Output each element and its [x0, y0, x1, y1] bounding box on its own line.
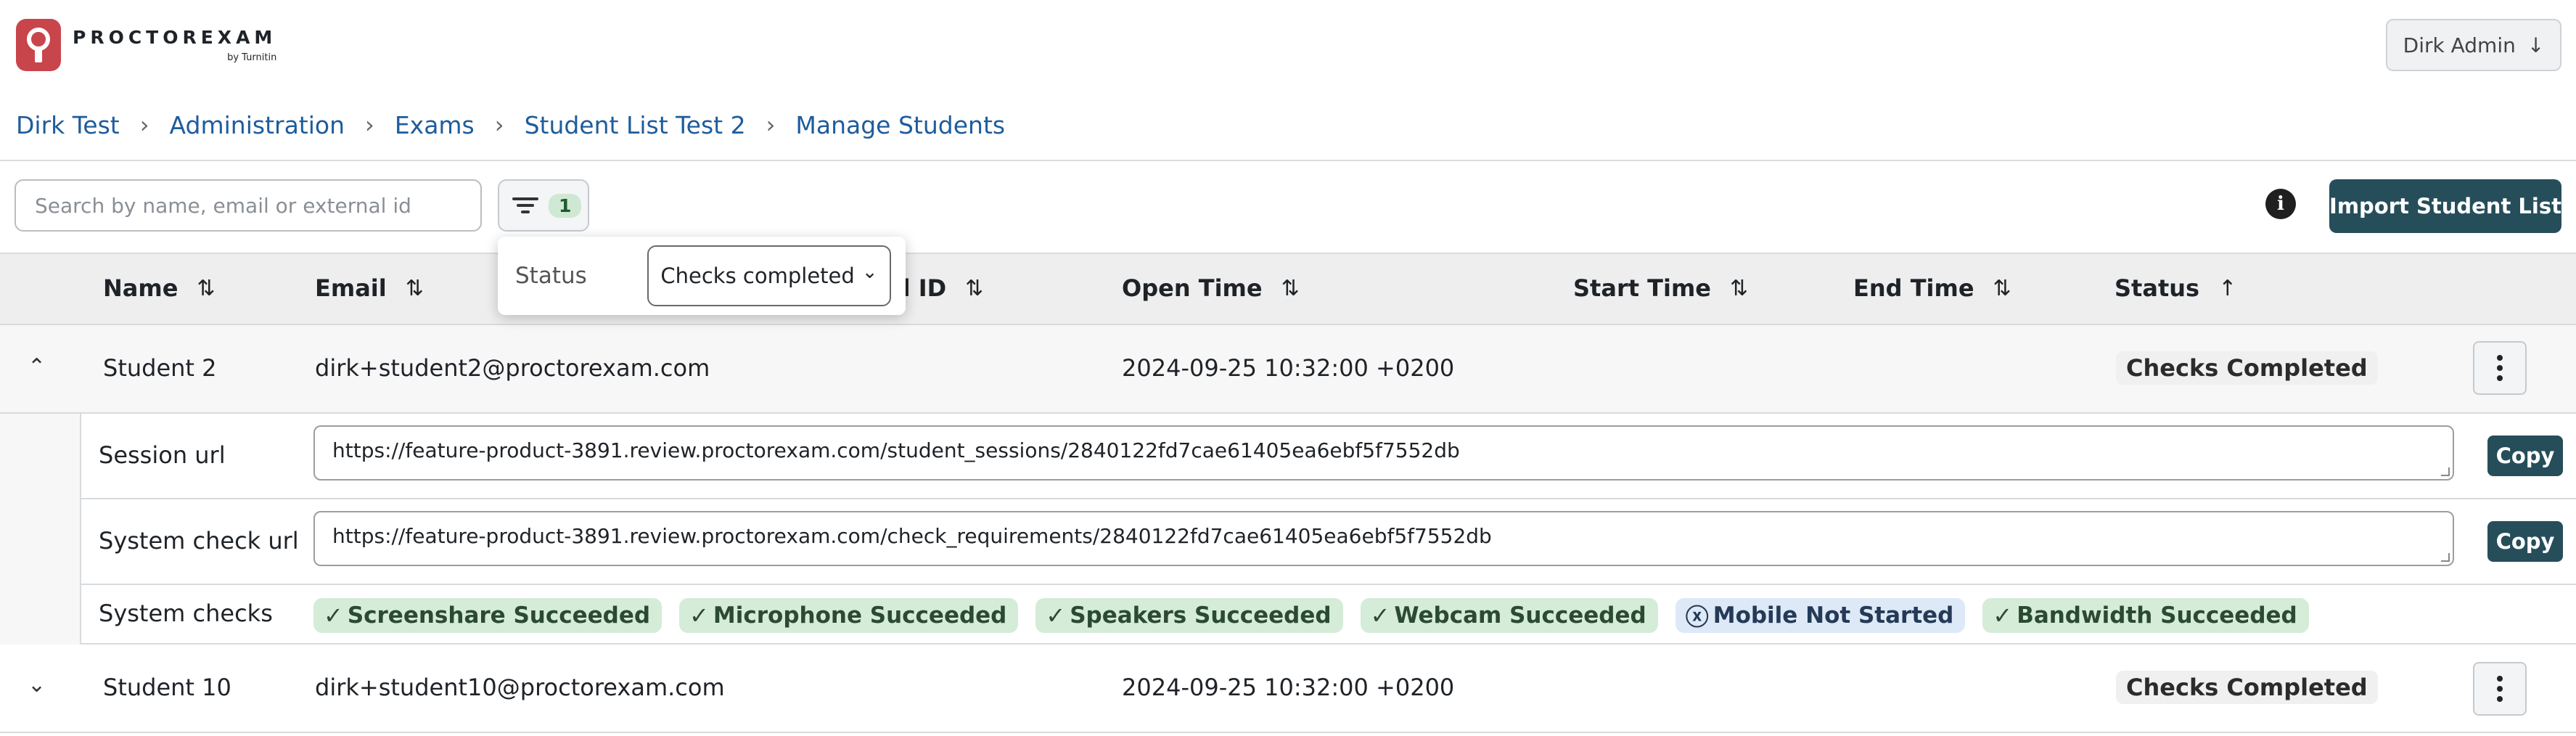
system-checks-label: System checks: [99, 600, 273, 627]
resize-handle-icon[interactable]: [2441, 467, 2450, 476]
sort-icon: ⇅: [1993, 275, 2011, 301]
logo-name: PROCTOREXAM: [73, 27, 277, 48]
logo-icon: [16, 19, 61, 71]
chevron-right-icon: ›: [766, 111, 776, 139]
resize-handle-icon[interactable]: [2441, 553, 2450, 562]
session-url-label: Session url: [99, 441, 226, 469]
filter-icon: [512, 196, 538, 215]
system-check-url-row: System check url https://feature-product…: [80, 499, 2576, 585]
system-checks-row: System checks ✓ Screenshare Succeeded ✓ …: [80, 585, 2576, 645]
info-icon[interactable]: i: [2265, 189, 2296, 219]
status-filter-value: Checks completed: [660, 263, 855, 288]
checkmark-icon: ✓: [1046, 602, 1066, 629]
breadcrumb: Dirk Test › Administration › Exams › Stu…: [16, 107, 1005, 142]
check-chip-webcam: ✓ Webcam Succeeded: [1360, 598, 1658, 633]
open-time: 2024-09-25 10:32:00 +0200: [1122, 354, 1455, 382]
breadcrumb-item[interactable]: Exams: [395, 111, 475, 139]
check-chip-bandwidth: ✓ Bandwidth Succeeded: [1982, 598, 2309, 633]
breadcrumb-item[interactable]: Administration: [170, 111, 345, 139]
sort-icon: ⇅: [965, 275, 984, 301]
status-badge: Checks Completed: [2116, 671, 2378, 704]
sort-icon: ⇅: [405, 275, 424, 301]
import-student-list-button[interactable]: Import Student List: [2329, 179, 2561, 233]
table-header: Name ⇅ Email ⇅ al ID ⇅ Open Time ⇅ Start…: [0, 253, 2576, 325]
check-chip-speakers: ✓ Speakers Succeeded: [1035, 598, 1343, 633]
column-header-status[interactable]: Status ↑: [2114, 274, 2236, 302]
check-chip-microphone: ✓ Microphone Succeeded: [679, 598, 1019, 633]
sort-icon: ⇅: [197, 275, 216, 301]
x-circle-icon: ⓧ: [1685, 603, 1709, 631]
check-chip-mobile: ⓧ Mobile Not Started: [1675, 598, 1966, 633]
student-name: Student 2: [103, 354, 217, 382]
filter-button[interactable]: 1: [498, 179, 589, 232]
user-name: Dirk Admin: [2403, 33, 2516, 57]
copy-session-url-button[interactable]: Copy: [2487, 436, 2563, 476]
system-check-chips: ✓ Screenshare Succeeded ✓ Microphone Suc…: [313, 598, 2309, 633]
table-row[interactable]: ⌄ Student 10 dirk+student10@proctorexam.…: [0, 645, 2576, 733]
student-name: Student 10: [103, 674, 231, 701]
sort-icon: ⇅: [1281, 275, 1300, 301]
column-header-end-time[interactable]: End Time ⇅: [1853, 274, 2011, 302]
user-menu-button[interactable]: Dirk Admin ↓: [2386, 19, 2561, 71]
app-header: PROCTOREXAM by Turnitin Dirk Admin ↓ Dir…: [0, 0, 2576, 160]
chevron-right-icon: ›: [365, 111, 374, 139]
breadcrumb-item[interactable]: Dirk Test: [16, 111, 120, 139]
chevron-down-icon: ⌄: [861, 261, 878, 283]
system-check-url-label: System check url: [99, 527, 299, 555]
check-chip-screenshare: ✓ Screenshare Succeeded: [313, 598, 663, 633]
column-header-name[interactable]: Name ⇅: [103, 274, 216, 302]
breadcrumb-item[interactable]: Manage Students: [795, 111, 1005, 139]
row-actions-button[interactable]: [2473, 341, 2527, 395]
search-input[interactable]: [15, 179, 482, 232]
arrow-down-icon: ↓: [2527, 33, 2545, 57]
status-filter-select[interactable]: Checks completed ⌄: [647, 245, 891, 306]
details-gutter: [0, 414, 80, 645]
status-badge: Checks Completed: [2116, 351, 2378, 385]
sort-icon: ⇅: [1730, 275, 1749, 301]
filter-popover: Status Checks completed ⌄: [498, 237, 906, 315]
chevron-up-icon[interactable]: ⌃: [28, 354, 46, 380]
chevron-right-icon: ›: [139, 111, 149, 139]
system-check-url-field[interactable]: https://feature-product-3891.review.proc…: [313, 511, 2454, 566]
student-email: dirk+student10@proctorexam.com: [315, 674, 725, 701]
breadcrumb-item[interactable]: Student List Test 2: [525, 111, 746, 139]
row-actions-button[interactable]: [2473, 662, 2527, 716]
column-header-email[interactable]: Email ⇅: [315, 274, 424, 302]
column-header-open-time[interactable]: Open Time ⇅: [1122, 274, 1300, 302]
copy-system-check-url-button[interactable]: Copy: [2487, 521, 2563, 562]
logo-subtitle: by Turnitin: [227, 52, 277, 63]
sort-ascending-icon: ↑: [2218, 275, 2237, 301]
checkmark-icon: ✓: [1993, 602, 2013, 629]
session-url-row: Session url https://feature-product-3891…: [80, 414, 2576, 499]
student-email: dirk+student2@proctorexam.com: [315, 354, 710, 382]
session-url-field[interactable]: https://feature-product-3891.review.proc…: [313, 425, 2454, 481]
chevron-right-icon: ›: [494, 111, 504, 139]
checkmark-icon: ✓: [1370, 602, 1390, 629]
table-row[interactable]: ⌃ Student 2 dirk+student2@proctorexam.co…: [0, 325, 2576, 414]
column-header-start-time[interactable]: Start Time ⇅: [1573, 274, 1748, 302]
checkmark-icon: ✓: [324, 602, 343, 629]
proctorexam-logo[interactable]: PROCTOREXAM by Turnitin: [16, 19, 276, 71]
filter-count-badge: 1: [549, 193, 582, 218]
header-divider: [0, 160, 2576, 161]
open-time: 2024-09-25 10:32:00 +0200: [1122, 674, 1455, 701]
chevron-down-icon[interactable]: ⌄: [28, 672, 46, 698]
checkmark-icon: ✓: [689, 602, 709, 629]
filter-status-label: Status: [515, 263, 587, 289]
